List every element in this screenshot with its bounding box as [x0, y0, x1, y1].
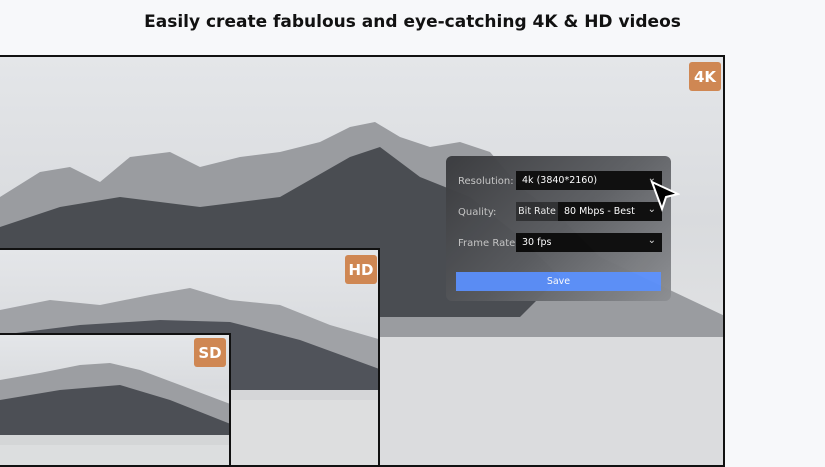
badge-4k: 4K	[689, 62, 721, 91]
badge-hd: HD	[345, 255, 377, 284]
badge-sd: SD	[194, 338, 226, 367]
resolution-value: 4k (3840*2160)	[522, 175, 598, 186]
chevron-down-icon: ⌄	[647, 235, 656, 246]
mouse-cursor-icon	[650, 180, 680, 212]
video-settings-panel: Resolution: 4k (3840*2160) ⌄ Quality: Bit…	[446, 156, 671, 301]
framerate-label: Frame Rate:	[458, 238, 519, 249]
quality-label: Quality:	[458, 207, 497, 218]
bit-rate-mode[interactable]: Bit Rate	[516, 202, 558, 221]
save-button[interactable]: Save	[456, 272, 661, 291]
headline: Easily create fabulous and eye-catching …	[144, 12, 681, 32]
quality-select[interactable]: 80 Mbps - Best ⌄	[558, 202, 662, 221]
framerate-select[interactable]: 30 fps ⌄	[516, 233, 662, 252]
resolution-label: Resolution:	[458, 176, 514, 187]
framerate-value: 30 fps	[522, 237, 552, 248]
quality-value: 80 Mbps - Best	[564, 206, 635, 217]
resolution-select[interactable]: 4k (3840*2160) ⌄	[516, 171, 662, 190]
